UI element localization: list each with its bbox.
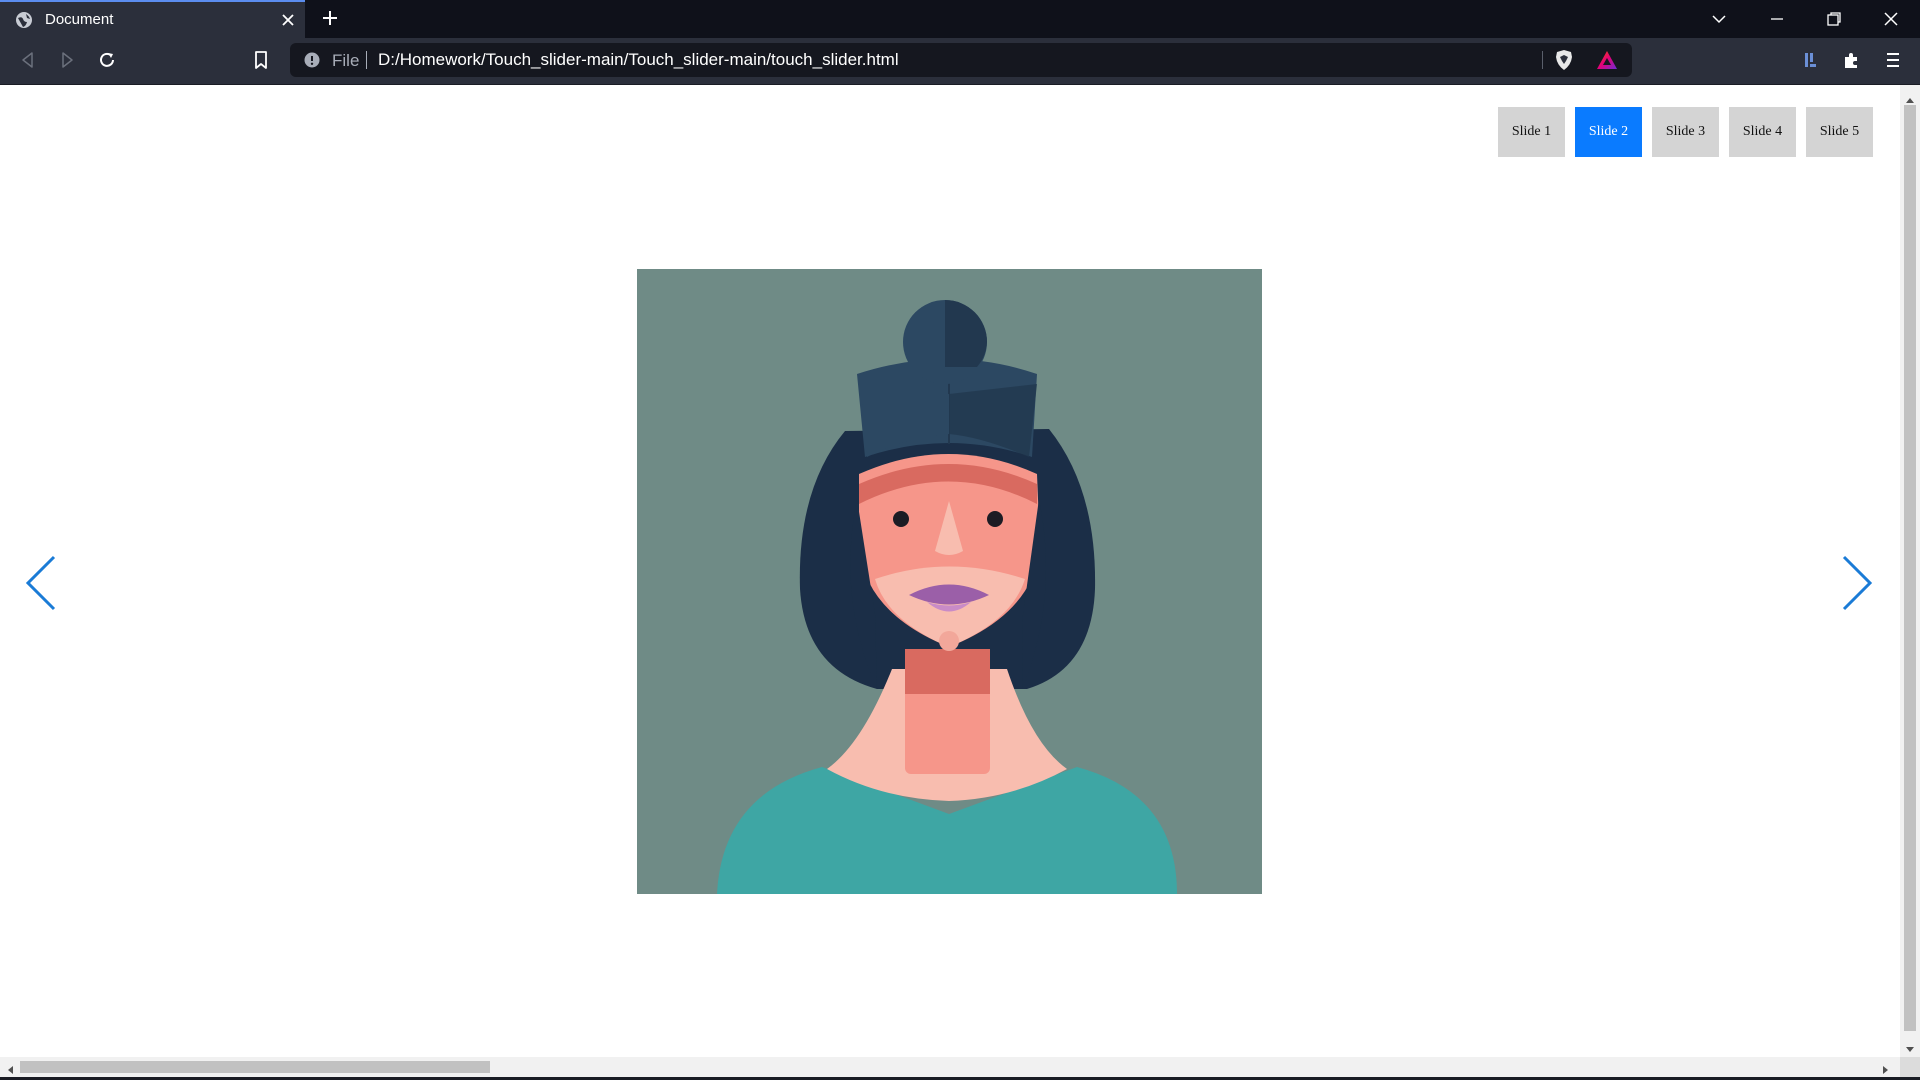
tab-title: Document bbox=[45, 11, 114, 28]
tab-search-chevron-down-icon[interactable] bbox=[1710, 10, 1728, 33]
bookmark-icon[interactable] bbox=[251, 50, 271, 75]
slide-4-button[interactable]: Slide 4 bbox=[1729, 107, 1796, 157]
slide-3-button[interactable]: Slide 3 bbox=[1652, 107, 1719, 157]
vertical-scrollbar[interactable] bbox=[1900, 85, 1920, 1057]
menu-icon[interactable] bbox=[1883, 50, 1903, 75]
next-slide-chevron-right-icon[interactable] bbox=[1840, 553, 1876, 618]
vertical-scrollbar-thumb[interactable] bbox=[1904, 105, 1916, 1031]
slide-navigation: Slide 1 Slide 2 Slide 3 Slide 4 Slide 5 bbox=[1498, 107, 1873, 157]
address-bar[interactable]: File D:/Homework/Touch_slider-main/Touch… bbox=[290, 43, 1632, 77]
globe-icon bbox=[14, 10, 34, 35]
forward-icon[interactable] bbox=[57, 50, 77, 75]
page-viewport: Slide 1 Slide 2 Slide 3 Slide 4 Slide 5 bbox=[0, 85, 1900, 1057]
info-icon[interactable] bbox=[304, 52, 320, 73]
url-scheme-label: File bbox=[332, 51, 360, 70]
url-divider bbox=[1542, 51, 1543, 69]
reload-icon[interactable] bbox=[97, 50, 117, 75]
horizontal-scrollbar-thumb[interactable] bbox=[20, 1061, 490, 1073]
back-icon[interactable] bbox=[18, 50, 38, 75]
browser-toolbar: File D:/Homework/Touch_slider-main/Touch… bbox=[0, 38, 1920, 84]
tab-close-icon[interactable] bbox=[280, 12, 296, 33]
scrollbar-corner bbox=[1900, 1057, 1920, 1077]
new-tab-plus-icon[interactable] bbox=[320, 8, 340, 33]
slide-2-button[interactable]: Slide 2 bbox=[1575, 107, 1642, 157]
slide-1-button[interactable]: Slide 1 bbox=[1498, 107, 1565, 157]
tab-strip: Document bbox=[0, 0, 1920, 38]
brave-shield-icon[interactable] bbox=[1554, 49, 1574, 76]
brave-rewards-icon[interactable] bbox=[1596, 50, 1618, 75]
sidebar-icon[interactable] bbox=[1802, 50, 1822, 75]
puzzle-icon[interactable] bbox=[1842, 50, 1862, 75]
horizontal-scrollbar[interactable] bbox=[0, 1057, 1900, 1077]
previous-slide-chevron-left-icon[interactable] bbox=[22, 553, 58, 618]
window-close-icon[interactable] bbox=[1882, 10, 1900, 33]
url-divider bbox=[366, 51, 367, 69]
url-text[interactable]: D:/Homework/Touch_slider-main/Touch_slid… bbox=[378, 50, 899, 70]
restore-icon[interactable] bbox=[1825, 10, 1843, 33]
minimize-icon[interactable] bbox=[1768, 10, 1786, 33]
active-tab[interactable]: Document bbox=[0, 0, 305, 38]
slide-image-avatar-illustration bbox=[637, 269, 1262, 894]
slide-5-button[interactable]: Slide 5 bbox=[1806, 107, 1873, 157]
